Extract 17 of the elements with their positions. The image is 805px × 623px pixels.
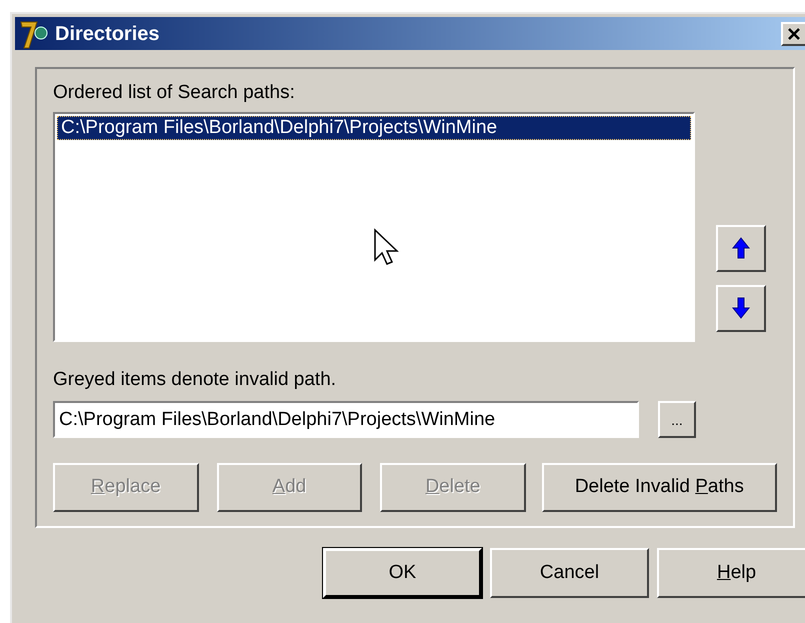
browse-button[interactable]: ...: [658, 401, 696, 438]
list-label: Ordered list of Search paths:: [53, 81, 296, 105]
close-button[interactable]: [781, 22, 805, 46]
mouse-pointer-icon: [373, 228, 399, 268]
invalid-path-note: Greyed items denote invalid path.: [53, 368, 338, 392]
dialog-button[interactable]: Cancel: [490, 548, 649, 598]
dialog-button[interactable]: OK: [323, 548, 482, 598]
up-arrow-icon: [732, 237, 750, 259]
close-icon: [787, 26, 801, 40]
window-title: Directories: [55, 22, 160, 46]
path-input-field[interactable]: C:\Program Files\Borland\Delphi7\Projects\WinMine: [53, 401, 639, 438]
action-button[interactable]: Delete Invalid Paths: [542, 463, 777, 512]
move-down-button[interactable]: [716, 284, 766, 332]
dialog-button[interactable]: Help: [657, 548, 805, 598]
down-arrow-icon: [732, 297, 750, 319]
list-item[interactable]: C:\Program Files\Borland\Delphi7\Projects\WinMine: [57, 116, 691, 140]
move-up-button[interactable]: [716, 224, 766, 272]
